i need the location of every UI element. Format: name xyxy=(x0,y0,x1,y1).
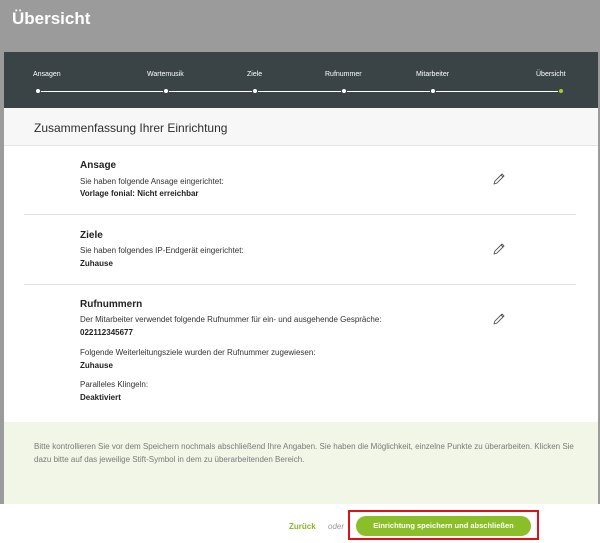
parallel-ringing-value: Deaktiviert xyxy=(80,393,121,402)
page-header: Übersicht xyxy=(0,0,600,52)
step-dot-rufnummer[interactable] xyxy=(341,88,347,94)
pencil-icon xyxy=(493,243,505,255)
section-title: Ziele xyxy=(80,230,103,241)
parallel-ringing-label: Paralleles Klingeln: xyxy=(80,380,149,389)
step-dot-mitarbeiter[interactable] xyxy=(430,88,436,94)
step-dot-uebersicht[interactable] xyxy=(558,88,564,94)
step-label-uebersicht[interactable]: Übersicht xyxy=(536,71,566,78)
edit-ansage-button[interactable] xyxy=(492,172,506,186)
step-label-ansagen[interactable]: Ansagen xyxy=(33,71,61,78)
section-text: Sie haben folgendes IP-Endgerät eingeric… xyxy=(80,246,244,255)
section-ziele: Ziele Sie haben folgendes IP-Endgerät ei… xyxy=(24,215,576,285)
summary-title: Zusammenfassung Ihrer Einrichtung xyxy=(34,121,228,135)
pencil-icon xyxy=(493,173,505,185)
or-text: oder xyxy=(328,522,345,531)
section-value: Zuhause xyxy=(80,259,113,268)
step-dot-ansagen[interactable] xyxy=(35,88,41,94)
step-label-wartemusik[interactable]: Wartemusik xyxy=(147,71,184,78)
pencil-icon xyxy=(493,313,505,325)
setup-stepper: Ansagen Wartemusik Ziele Rufnummer Mitar… xyxy=(4,52,598,108)
section-text: Sie haben folgende Ansage eingerichtet: xyxy=(80,177,224,186)
forwarding-label: Folgende Weiterleitungsziele wurden der … xyxy=(80,348,316,357)
phone-number-value: 022112345677 xyxy=(80,328,133,337)
section-value: Vorlage fonial: Nicht erreichbar xyxy=(80,189,199,198)
save-and-finish-button[interactable]: Einrichtung speichern und abschließen xyxy=(356,516,531,536)
forwarding-value: Zuhause xyxy=(80,361,113,370)
section-text: Der Mitarbeiter verwendet folgende Rufnu… xyxy=(80,315,382,324)
page-title: Übersicht xyxy=(12,9,91,28)
info-text: Bitte kontrollieren Sie vor dem Speicher… xyxy=(34,442,574,464)
edit-rufnummern-button[interactable] xyxy=(492,312,506,326)
section-ansage: Ansage Sie haben folgende Ansage eingeri… xyxy=(24,146,576,215)
info-box: Bitte kontrollieren Sie vor dem Speicher… xyxy=(4,422,598,504)
step-dot-ziele[interactable] xyxy=(252,88,258,94)
summary-header: Zusammenfassung Ihrer Einrichtung xyxy=(4,108,598,146)
section-title: Rufnummern xyxy=(80,299,143,310)
section-title: Ansage xyxy=(80,160,117,171)
step-dot-wartemusik[interactable] xyxy=(163,88,169,94)
stepper-line xyxy=(38,91,564,92)
footer-actions: Zurück oder Einrichtung speichern und ab… xyxy=(0,504,600,543)
back-link[interactable]: Zurück xyxy=(289,522,316,531)
section-rufnummern: Rufnummern Der Mitarbeiter verwendet fol… xyxy=(24,285,576,422)
step-label-ziele[interactable]: Ziele xyxy=(247,71,262,78)
overview-card: Ansagen Wartemusik Ziele Rufnummer Mitar… xyxy=(4,52,598,504)
step-label-mitarbeiter[interactable]: Mitarbeiter xyxy=(416,71,449,78)
step-label-rufnummer[interactable]: Rufnummer xyxy=(325,71,362,78)
edit-ziele-button[interactable] xyxy=(492,242,506,256)
